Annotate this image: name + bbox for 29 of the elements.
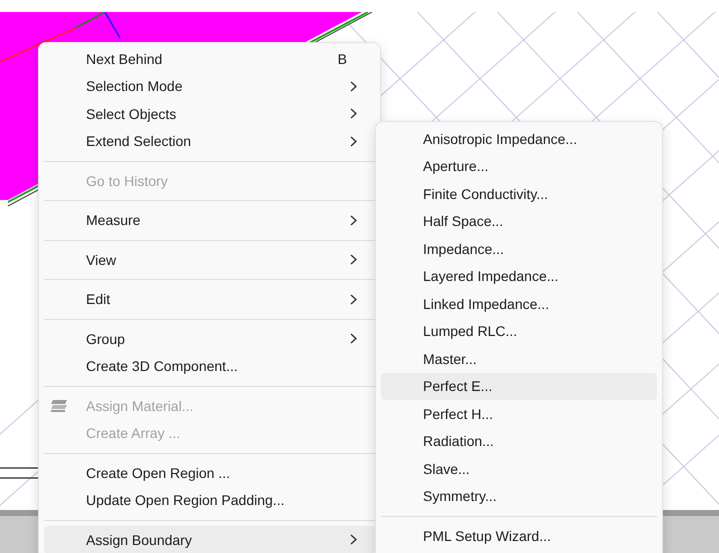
menu-item[interactable]: Extend Selection [44,128,375,155]
menu-item[interactable]: Create 3D Component... [44,352,375,380]
menu-item[interactable]: PML Setup Wizard... [381,522,657,550]
menu-item[interactable]: Group [44,325,375,352]
menu-item[interactable]: Assign Boundary [44,526,375,553]
menu-item[interactable]: Create Open Region ... [44,459,375,486]
menu-item[interactable]: Aperture... [381,152,657,180]
shortcut-label: B [338,50,347,68]
menu-item[interactable]: Radiation... [381,428,657,455]
menu-item[interactable]: Lumped RLC... [381,318,657,345]
menu-item[interactable]: View [44,246,375,274]
menu-item[interactable]: Slave... [381,455,657,482]
menu-item[interactable]: Anisotropic Impedance... [381,125,657,152]
menu-item[interactable]: Half Space... [381,208,657,235]
menu-item[interactable]: Perfect H... [381,400,657,428]
menu-item[interactable]: Measure [44,206,375,234]
menu-item[interactable]: Next Behind B [44,45,375,72]
layers-icon [50,399,68,413]
menu-item[interactable]: Linked Impedance... [381,290,657,318]
menu-item[interactable]: Perfect E... [381,372,657,400]
menu-item[interactable]: Update Open Region Padding... [44,486,375,514]
menu-item[interactable]: Selection Mode [44,72,375,100]
menu-item[interactable]: Layered Impedance... [381,262,657,290]
menu-item[interactable]: Master... [381,345,657,372]
menu-item[interactable]: Select Objects [44,100,375,128]
menu-item[interactable]: Impedance... [381,235,657,262]
menu-item[interactable]: Symmetry... [381,482,657,510]
menu-item[interactable]: Finite Conductivity... [381,180,657,208]
menu-item[interactable]: Edit [44,286,375,313]
